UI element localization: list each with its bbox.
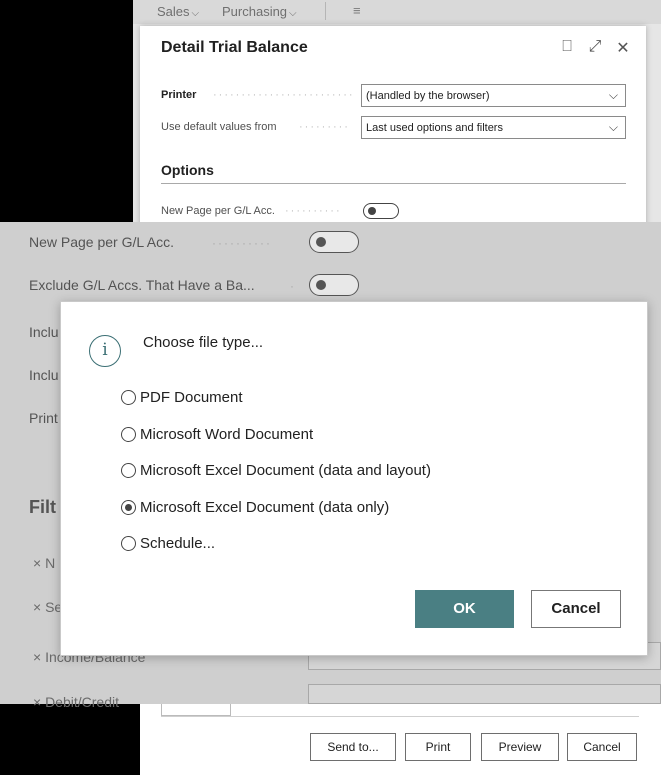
nav-item-purchasing[interactable]: Purchasing ⌵ [222, 4, 297, 19]
grey-include-label-1: Inclu [29, 324, 59, 340]
printer-select[interactable]: (Handled by the browser) ⌵ [361, 84, 626, 107]
send-to-button[interactable]: Send to... [310, 733, 396, 761]
new-page-label: New Page per G/L Acc. [161, 205, 275, 217]
choose-file-type-dialog: i Choose file type... PDF Document Micro… [60, 301, 648, 656]
grey-new-page-toggle[interactable] [309, 231, 359, 253]
printer-label: Printer [161, 89, 197, 101]
radio-button[interactable] [121, 426, 136, 442]
grey-filter-4[interactable]: × Debit/Credit [33, 694, 119, 710]
print-button[interactable]: Print [405, 733, 471, 761]
grey-print-label: Print [29, 410, 58, 426]
chevron-down-icon: ⌵ [608, 120, 618, 134]
option-schedule[interactable]: Schedule... [121, 532, 215, 554]
expand-icon[interactable]: ⤢ [586, 38, 604, 58]
cancel-button[interactable]: Cancel [531, 590, 621, 628]
grey-new-page-label: New Page per G/L Acc. [29, 234, 174, 250]
leader-dots: ·························· [213, 89, 353, 101]
chevron-down-icon: ⌵ [191, 8, 200, 19]
radio-button-selected[interactable] [121, 499, 136, 515]
chevron-down-icon: ⌵ [289, 8, 297, 19]
leader-dots: ·········· [212, 236, 272, 250]
report-request-dialog: Detail Trial Balance ⎕ ⤢ ✕ Printer ·····… [140, 26, 646, 236]
option-label: Microsoft Excel Document (data only) [140, 498, 390, 516]
leader-dots: · [290, 279, 296, 293]
dialog-action-bar: Send to... Print Preview Cancel [140, 704, 661, 775]
action-bar-divider [161, 716, 639, 717]
section-divider [161, 183, 626, 184]
grey-filter-1[interactable]: × N [33, 555, 55, 571]
option-pdf[interactable]: PDF Document [121, 386, 243, 408]
ok-button[interactable]: OK [415, 590, 514, 628]
options-section-title: Options [161, 162, 214, 178]
new-page-toggle[interactable] [363, 203, 399, 219]
grey-include-label-2: Inclu [29, 367, 59, 383]
nav-item-sales[interactable]: Sales ⌵ [157, 4, 199, 19]
printer-value: (Handled by the browser) [366, 90, 490, 102]
default-values-label: Use default values from [161, 121, 277, 133]
option-label: PDF Document [140, 388, 243, 406]
info-icon: i [89, 335, 121, 367]
option-word[interactable]: Microsoft Word Document [121, 423, 313, 445]
leader-dots: ·········· [285, 205, 342, 217]
grey-exclude-toggle[interactable] [309, 274, 359, 296]
dialog-prompt: Choose file type... [143, 334, 264, 351]
grey-filters-title: Filt [29, 497, 56, 517]
option-label: Schedule... [140, 534, 216, 552]
option-excel-data-layout[interactable]: Microsoft Excel Document (data and layou… [121, 459, 431, 481]
option-label: Microsoft Word Document [140, 425, 314, 443]
grey-exclude-label: Exclude G/L Accs. That Have a Ba... [29, 277, 255, 293]
top-navigation: Sales ⌵ Purchasing ⌵ ≡ [133, 0, 661, 24]
printer-field: Printer ·························· (Hand… [161, 84, 626, 108]
chevron-down-icon: ⌵ [608, 88, 618, 102]
close-icon[interactable]: ✕ [614, 38, 632, 58]
bookmark-icon[interactable]: ⎕ [558, 38, 576, 58]
radio-button[interactable] [121, 389, 136, 405]
default-values-value: Last used options and filters [366, 122, 503, 134]
menu-icon[interactable]: ≡ [353, 3, 361, 18]
preview-button[interactable]: Preview [481, 733, 559, 761]
radio-button[interactable] [121, 462, 136, 478]
cancel-action-button[interactable]: Cancel [567, 733, 637, 761]
dialog-title: Detail Trial Balance [161, 39, 308, 56]
radio-button[interactable] [121, 535, 136, 551]
leader-dots: ········· [299, 121, 350, 133]
grey-filter-input-4[interactable] [308, 684, 661, 704]
option-excel-data-only[interactable]: Microsoft Excel Document (data only) [121, 496, 389, 518]
field-fragment [161, 704, 231, 716]
grey-filter-2[interactable]: × Se [33, 599, 62, 615]
default-values-select[interactable]: Last used options and filters ⌵ [361, 116, 626, 139]
option-label: Microsoft Excel Document (data and layou… [140, 461, 431, 479]
dialog-title-actions: ⎕ ⤢ ✕ [558, 38, 632, 58]
nav-divider [325, 2, 326, 20]
default-values-field: Use default values from ········· Last u… [161, 116, 626, 140]
